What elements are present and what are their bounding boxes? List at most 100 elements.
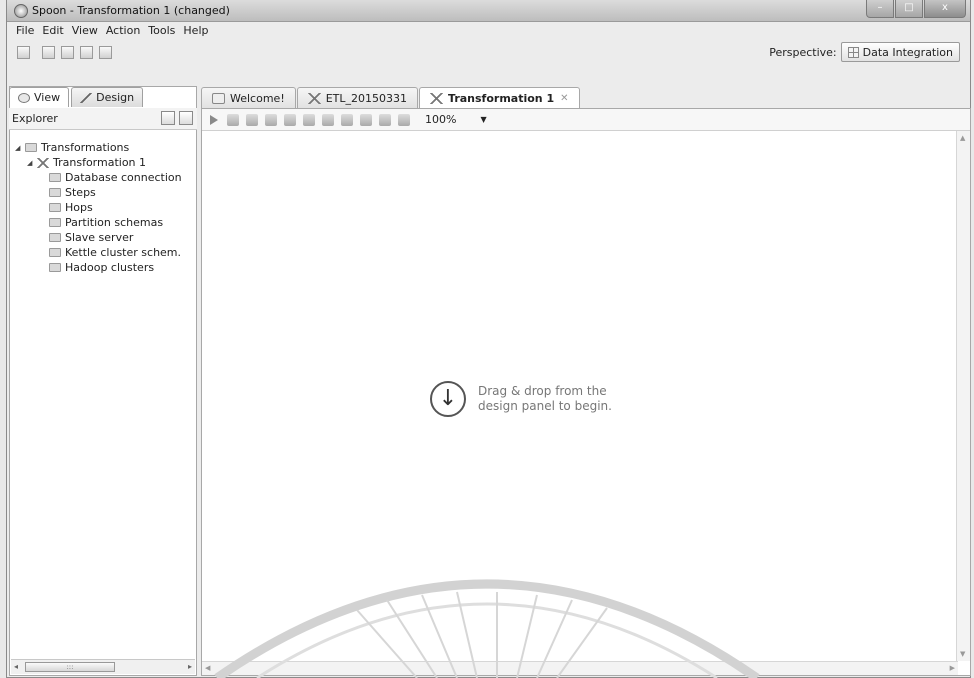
tree-expand-icon[interactable]: ◢ <box>27 159 35 167</box>
folder-icon <box>25 143 37 152</box>
tree-label: Hadoop clusters <box>65 261 155 274</box>
pencil-icon <box>80 92 93 103</box>
folder-icon <box>49 188 61 197</box>
perspective-label: Perspective: <box>769 45 837 59</box>
tree-item-partition-schemas[interactable]: Partition schemas <box>15 215 182 230</box>
menu-view[interactable]: View <box>68 22 102 40</box>
explorer-tree: ◢ Transformations ◢ Transformation 1 Dat… <box>15 140 182 275</box>
folder-icon <box>49 218 61 227</box>
canvas-vertical-scrollbar[interactable]: ▲ ▼ <box>956 131 970 661</box>
new-file-icon[interactable] <box>17 45 30 59</box>
tab-view[interactable]: View <box>9 87 70 107</box>
close-tab-icon[interactable]: ✕ <box>560 93 568 104</box>
tree-item-steps[interactable]: Steps <box>15 185 182 200</box>
menu-bar: File Edit View Action Tools Help <box>7 22 970 40</box>
window-controls: – □ x <box>865 0 966 18</box>
canvas-horizontal-scrollbar[interactable]: ◀ ▶ <box>202 661 958 675</box>
pause-icon[interactable] <box>227 113 239 126</box>
hint-line-2: design panel to begin. <box>478 399 612 413</box>
menu-help[interactable]: Help <box>179 22 212 40</box>
folder-icon <box>49 248 61 257</box>
perspective-value: Data Integration <box>862 45 953 59</box>
design-canvas[interactable]: ↓ Drag & drop from the design panel to b… <box>202 131 954 659</box>
tree-label: Kettle cluster schem. <box>65 246 182 259</box>
hint-line-1: Drag & drop from the <box>478 384 607 398</box>
perspective-switcher: Perspective: Data Integration <box>769 42 960 62</box>
scroll-left-icon[interactable]: ◀ <box>205 664 210 672</box>
scroll-up-icon[interactable]: ▲ <box>960 134 965 142</box>
expand-all-button[interactable] <box>161 111 175 125</box>
folder-icon <box>49 173 61 182</box>
scroll-right-icon[interactable]: ▶ <box>950 664 955 672</box>
tree-item-hadoop-clusters[interactable]: Hadoop clusters <box>15 260 182 275</box>
perspective-button[interactable]: Data Integration <box>840 42 960 62</box>
zoom-select[interactable]: 100% ▼ <box>425 113 487 126</box>
impact-icon[interactable] <box>341 113 353 126</box>
tree-item-transformation-1[interactable]: ◢ Transformation 1 <box>15 155 182 170</box>
tree-label: Transformations <box>41 141 130 154</box>
tree-item-database-connections[interactable]: Database connection <box>15 170 182 185</box>
editor-tabs: Welcome! ETL_20150331 Transformation 1 ✕ <box>201 87 581 109</box>
tab-etl-20150331[interactable]: ETL_20150331 <box>296 87 419 108</box>
save-icon[interactable] <box>80 45 93 59</box>
tab-label: Transformation 1 <box>448 91 555 105</box>
tree-label: Transformation 1 <box>53 156 147 169</box>
arrow-down-circle-icon: ↓ <box>430 381 466 417</box>
menu-tools[interactable]: Tools <box>144 22 179 40</box>
run-icon[interactable] <box>210 114 218 125</box>
window-title: Spoon - Transformation 1 (changed) <box>32 4 230 17</box>
maximize-button[interactable]: □ <box>895 0 923 18</box>
tree-item-transformations[interactable]: ◢ Transformations <box>15 140 182 155</box>
zoom-value: 100% <box>425 113 457 126</box>
show-results-icon[interactable] <box>398 113 410 126</box>
tree-item-hops[interactable]: Hops <box>15 200 182 215</box>
transformation-icon <box>430 92 444 104</box>
menu-file[interactable]: File <box>12 22 38 40</box>
scroll-down-icon[interactable]: ▼ <box>960 650 965 658</box>
minimize-button[interactable]: – <box>866 0 894 18</box>
transformation-icon <box>37 157 49 168</box>
title-bar[interactable]: Spoon - Transformation 1 (changed) – □ x <box>7 0 970 22</box>
tree-item-slave-server[interactable]: Slave server <box>15 230 182 245</box>
collapse-all-button[interactable] <box>179 111 193 125</box>
tree-label: Database connection <box>65 171 182 184</box>
transformation-editor: 100% ▼ ↓ Drag & drop from the design pan… <box>201 108 971 676</box>
scroll-thumb[interactable]: ::: <box>25 662 115 672</box>
menu-action[interactable]: Action <box>102 22 144 40</box>
welcome-icon <box>212 92 225 104</box>
verify-icon[interactable] <box>322 113 334 126</box>
tab-label: Welcome! <box>230 91 285 105</box>
explore-db-icon[interactable] <box>379 113 391 126</box>
scroll-right-icon[interactable]: ▸ <box>188 662 192 671</box>
debug-icon[interactable] <box>284 113 296 126</box>
tab-design[interactable]: Design <box>71 87 144 107</box>
spoon-window: Spoon - Transformation 1 (changed) – □ x… <box>6 0 971 678</box>
transformation-icon <box>307 92 321 104</box>
tab-transformation-1[interactable]: Transformation 1 ✕ <box>419 87 580 108</box>
explorer-header: Explorer <box>9 108 197 130</box>
tree-expand-icon[interactable]: ◢ <box>15 144 23 152</box>
spoon-app-icon <box>14 4 28 18</box>
tree-label: Partition schemas <box>65 216 164 229</box>
menu-edit[interactable]: Edit <box>38 22 67 40</box>
stop-icon[interactable] <box>246 113 258 126</box>
folder-icon <box>49 263 61 272</box>
scroll-left-icon[interactable]: ◂ <box>14 662 18 671</box>
tab-design-label: Design <box>96 91 135 104</box>
tree-item-kettle-cluster-schemas[interactable]: Kettle cluster schem. <box>15 245 182 260</box>
close-button[interactable]: x <box>924 0 966 18</box>
editor-toolbar: 100% ▼ <box>202 109 970 131</box>
folder-icon <box>49 203 61 212</box>
replay-icon[interactable] <box>303 113 315 126</box>
save-as-icon[interactable] <box>99 45 112 59</box>
view-icon <box>18 92 30 103</box>
preview-icon[interactable] <box>265 113 277 126</box>
tab-label: ETL_20150331 <box>325 91 408 105</box>
grid-icon <box>847 46 859 58</box>
tab-welcome[interactable]: Welcome! <box>201 87 296 108</box>
explorer-label: Explorer <box>12 112 58 125</box>
explore-repository-icon[interactable] <box>61 45 74 59</box>
open-file-icon[interactable] <box>42 45 55 59</box>
sql-icon[interactable] <box>360 113 372 126</box>
explorer-horizontal-scrollbar[interactable]: ◂ ::: ▸ <box>11 659 195 674</box>
